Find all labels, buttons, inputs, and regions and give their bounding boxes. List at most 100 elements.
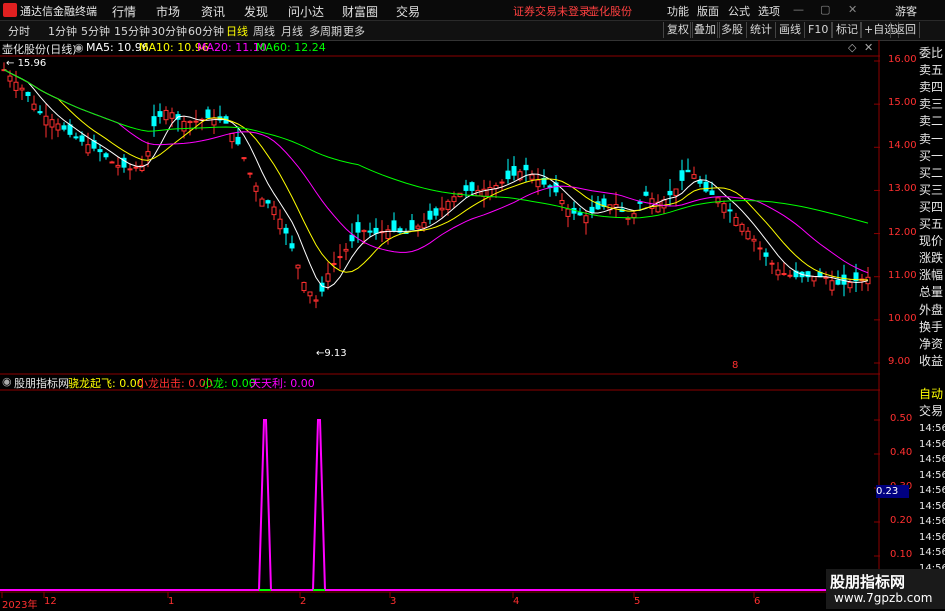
- ma20-line: [3, 69, 869, 274]
- overlay-button[interactable]: 叠加: [690, 22, 720, 38]
- quote-label: 卖一: [919, 131, 944, 146]
- period-tab-more[interactable]: 更多: [343, 23, 365, 39]
- quote-label: 涨幅: [919, 268, 944, 283]
- price-tick-label: 11.00: [888, 269, 917, 281]
- period-tab-intraday[interactable]: 分时: [8, 23, 30, 39]
- tick-time: 14:56: [919, 516, 945, 527]
- candle-body: [463, 185, 469, 191]
- quote-label: 收益: [919, 353, 944, 368]
- candle-body: [775, 269, 781, 276]
- candle-body: [79, 135, 85, 142]
- menu-news[interactable]: 资讯: [201, 3, 225, 20]
- period-tab-monthly[interactable]: 月线: [281, 23, 303, 39]
- candle-body: [277, 218, 283, 230]
- candle-body: [409, 220, 415, 231]
- ma60-line: [3, 69, 869, 224]
- candle-body: [445, 200, 451, 210]
- period-tab-1min[interactable]: 1分钟: [48, 23, 77, 39]
- period-tab-weekly[interactable]: 周线: [253, 23, 275, 39]
- candle-body: [841, 274, 847, 285]
- candle-body: [229, 132, 235, 143]
- candle-body: [739, 223, 745, 232]
- event-marker[interactable]: 8: [732, 360, 738, 371]
- period-tab-5min[interactable]: 5分钟: [81, 23, 110, 39]
- candle-body: [241, 157, 247, 160]
- candlesticks: [1, 62, 871, 309]
- tick-time: 14:56: [919, 454, 945, 465]
- candle-body: [7, 75, 13, 82]
- candle-body: [415, 225, 421, 229]
- close-icon[interactable]: ✕: [848, 3, 857, 16]
- candle-body: [169, 112, 175, 119]
- tick-time: 14:56: [919, 423, 945, 434]
- indicator-line-3: 小龙: 0.00: [202, 377, 256, 390]
- period-tab-daily[interactable]: 日线: [226, 23, 248, 39]
- candle-body: [43, 115, 49, 126]
- stats-button[interactable]: 统计: [746, 22, 776, 38]
- multi-stock-button[interactable]: 多股: [717, 22, 747, 38]
- period-tab-15min[interactable]: 15分钟: [114, 23, 150, 39]
- candle-body: [589, 206, 595, 213]
- menu-options[interactable]: 选项: [758, 3, 780, 19]
- candle-body: [565, 208, 571, 217]
- ma10-line: [3, 69, 868, 281]
- login-notice[interactable]: 证券交易未登录: [513, 3, 590, 19]
- candle-body: [247, 172, 253, 175]
- menu-quote[interactable]: 行情: [112, 3, 136, 20]
- quote-label: 卖三: [919, 97, 944, 112]
- menu-trade[interactable]: 交易: [396, 3, 420, 20]
- f10-button[interactable]: F10: [804, 22, 833, 38]
- menu-wealth[interactable]: 财富圈: [342, 3, 378, 20]
- tick-time: 14:56: [919, 485, 945, 496]
- kline-header: 壶化股份(日线) ◉ MA5: 10.96 MA10: 10.96 MA20: …: [0, 40, 880, 56]
- candle-body: [19, 87, 25, 91]
- adjust-button[interactable]: 复权: [663, 22, 693, 38]
- candle-body: [709, 190, 715, 195]
- watermark-title: 股朋指标网: [830, 573, 906, 591]
- maximize-icon[interactable]: ▢: [820, 3, 830, 16]
- guest-user[interactable]: 游客: [895, 3, 917, 19]
- price-tick-label: 13.00: [888, 183, 917, 195]
- time-axis-label: 3: [390, 596, 397, 607]
- candle-body: [295, 264, 301, 269]
- draw-button[interactable]: 画线: [775, 22, 805, 38]
- candle-body: [391, 220, 397, 231]
- panel-close-icon[interactable]: ✕: [864, 41, 873, 54]
- price-tick-label: 14.00: [888, 140, 917, 152]
- low-price-value: 9.13: [324, 348, 347, 359]
- candle-body: [103, 153, 109, 158]
- candle-body: [631, 213, 637, 218]
- period-tab-60min[interactable]: 60分钟: [188, 23, 224, 39]
- menu-discover[interactable]: 发现: [244, 3, 268, 20]
- candle-body: [271, 206, 277, 216]
- period-tab-multi[interactable]: 多周期: [309, 23, 342, 39]
- candle-body: [265, 200, 271, 204]
- indicator-settings-icon[interactable]: ◉: [2, 375, 12, 388]
- menu-formula[interactable]: 公式: [728, 3, 750, 19]
- candle-body: [301, 281, 307, 292]
- menu-market[interactable]: 市场: [156, 3, 180, 20]
- candle-body: [283, 227, 289, 234]
- menu-layout[interactable]: 版面: [697, 3, 719, 19]
- candle-body: [157, 111, 163, 117]
- auto-trade-toggle[interactable]: 自动: [919, 387, 945, 402]
- candle-body: [25, 91, 31, 97]
- indicator-header: ◉ 股朋指标网 骁龙起飞: 0.00 小龙出击: 0.00 小龙: 0.00 天…: [0, 374, 880, 390]
- menu-function[interactable]: 功能: [667, 3, 689, 19]
- chart-area[interactable]: [0, 40, 880, 609]
- candle-body: [667, 190, 673, 196]
- signal-spike: [258, 419, 272, 591]
- candle-body: [469, 182, 475, 191]
- back-button[interactable]: 返回: [890, 22, 920, 38]
- indicator-current-value: 0.23: [876, 485, 909, 498]
- collapse-icon[interactable]: ◇: [848, 41, 856, 54]
- candle-body: [187, 120, 193, 124]
- quote-label: 卖二: [919, 114, 944, 129]
- period-tab-30min[interactable]: 30分钟: [151, 23, 187, 39]
- candle-body: [733, 216, 739, 226]
- menu-assistant[interactable]: 问小达: [288, 3, 324, 20]
- settings-icon[interactable]: ◉: [74, 41, 84, 54]
- quote-label: 买三: [919, 182, 944, 197]
- mark-button[interactable]: 标记: [832, 22, 862, 38]
- minimize-icon[interactable]: —: [793, 3, 804, 16]
